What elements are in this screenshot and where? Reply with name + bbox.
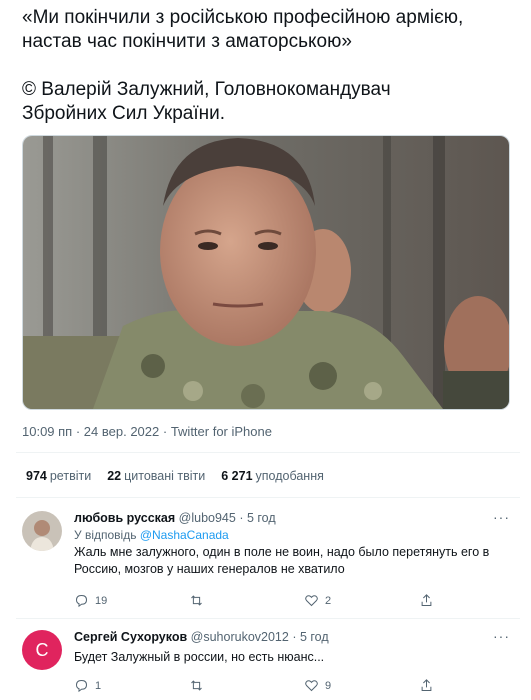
reply-text: Будет Залужный в россии, но есть нюанс..… — [74, 650, 325, 664]
more-icon[interactable]: ··· — [493, 628, 510, 644]
likes-stat[interactable]: 6 271 уподобання — [221, 469, 324, 483]
tweet-line: настав час покінчити з аматорською» — [22, 31, 352, 52]
tweet-line: © Валерій Залужний, Головнокомандувач — [22, 79, 391, 100]
reply-icon — [75, 679, 88, 693]
tweet-text: «Ми покінчили з російською професійною а… — [22, 6, 522, 126]
retweets-stat[interactable]: 974 ретвіти — [26, 469, 91, 483]
reply-author-name[interactable]: Сергей Сухоруков — [74, 630, 187, 644]
avatar[interactable] — [22, 511, 62, 551]
reply-date[interactable]: 5 год — [247, 511, 276, 525]
tweet-photo[interactable] — [22, 135, 510, 410]
reply-tweet[interactable]: С Сергей Сухоруков @suhorukov2012 · 5 го… — [16, 628, 520, 700]
reply-author-handle[interactable]: @lubo945 — [179, 511, 236, 525]
share-button[interactable] — [419, 678, 531, 693]
like-button[interactable]: 2 — [304, 593, 419, 608]
like-icon — [305, 595, 318, 607]
reply-to-handle[interactable]: @NashaCanada — [140, 528, 229, 542]
like-button[interactable]: 9 — [304, 678, 419, 693]
reply-to: У відповідь @NashaCanada — [74, 528, 229, 542]
more-icon[interactable]: ··· — [493, 509, 510, 525]
reply-date[interactable]: 5 год — [300, 630, 329, 644]
reply-text: Жаль мне залужного, один в поле не воин,… — [74, 545, 490, 576]
tweet-line: Збройних Сил України. — [22, 103, 226, 124]
tweet-line: «Ми покінчили з російською професійною а… — [22, 7, 464, 28]
divider — [16, 497, 520, 498]
retweet-icon — [191, 680, 202, 691]
retweet-button[interactable] — [189, 593, 304, 608]
tweet-source[interactable]: Twitter for iPhone — [171, 424, 272, 439]
reply-tweet[interactable]: любовь русская @lubo945 · 5 год У відпов… — [16, 509, 520, 611]
reply-button[interactable]: 19 — [74, 593, 189, 608]
avatar[interactable]: С — [22, 630, 62, 670]
share-icon — [421, 594, 432, 606]
reply-button[interactable]: 1 — [74, 678, 189, 693]
retweet-button[interactable] — [189, 678, 304, 693]
like-icon — [305, 680, 318, 692]
divider — [16, 452, 520, 453]
photo-illustration — [23, 136, 509, 409]
share-icon — [421, 679, 432, 691]
divider — [16, 618, 520, 619]
retweet-icon — [191, 595, 202, 606]
reply-author-handle[interactable]: @suhorukov2012 — [191, 630, 289, 644]
tweet-stats: 974 ретвіти 22 цитовані твіти 6 271 уподоба… — [26, 469, 324, 483]
reply-icon — [75, 594, 88, 608]
reply-author-name[interactable]: любовь русская — [74, 511, 175, 525]
tweet-timestamp[interactable]: 10:09 пп · 24 вер. 2022 — [22, 424, 159, 439]
tweet-meta: 10:09 пп · 24 вер. 2022 · Twitter for iP… — [22, 424, 272, 439]
quotes-stat[interactable]: 22 цитовані твіти — [107, 469, 205, 483]
share-button[interactable] — [419, 593, 531, 608]
